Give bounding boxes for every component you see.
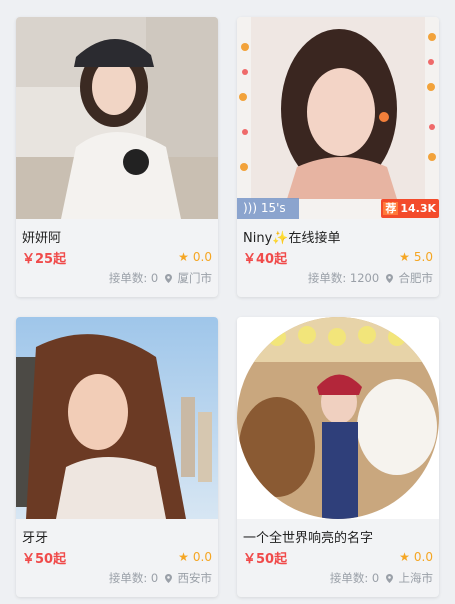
orders-count: 接单数: 0: [108, 571, 159, 585]
rating-value: 5.0: [413, 250, 433, 264]
profile-photo[interactable]: [16, 317, 218, 519]
price: ￥40起: [243, 252, 288, 267]
rating-value: 0.0: [413, 550, 433, 564]
orders-count: 接单数: 1200: [307, 271, 380, 285]
recommend-tag: 荐: [383, 202, 399, 215]
profile-photo[interactable]: ))) 15's 荐 14.3K: [237, 17, 439, 219]
rating-value: 0.0: [192, 250, 212, 264]
orders-count: 接单数: 0: [329, 571, 380, 585]
star-icon: ★: [178, 550, 189, 564]
price: ￥50起: [22, 552, 67, 567]
profile-name: 一个全世界响亮的名字: [243, 531, 374, 546]
profile-card[interactable]: ))) 15's 荐 14.3K Niny✨在线接单 ￥40起 ★ 5.0 接单数:…: [237, 17, 439, 297]
orders-count: 接单数: 0: [108, 271, 159, 285]
meta-line: 接单数: 0 厦门市: [109, 270, 212, 286]
profile-card[interactable]: 牙牙 ￥50起 ★ 0.0 接单数: 0 西安市: [16, 317, 218, 597]
rating: ★ 0.0: [178, 550, 212, 564]
profile-name: 牙牙: [22, 531, 49, 546]
city: 厦门市: [177, 271, 213, 285]
price: ￥50起: [243, 552, 288, 567]
profile-card[interactable]: 一个全世界响亮的名字 ￥50起 ★ 0.0 接单数: 0 上海市: [237, 317, 439, 597]
voice-intro-button[interactable]: ))) 15's: [237, 198, 299, 219]
popularity-count: 14.3K: [400, 202, 436, 215]
rating: ★ 0.0: [399, 550, 433, 564]
star-icon: ★: [399, 550, 410, 564]
rating: ★ 0.0: [178, 250, 212, 264]
location-pin-icon: [164, 574, 172, 583]
location-pin-icon: [385, 574, 393, 583]
profile-photo[interactable]: [237, 317, 439, 519]
profile-photo[interactable]: [16, 17, 218, 219]
location-pin-icon: [385, 274, 393, 283]
price: ￥25起: [22, 252, 67, 267]
profile-name: 妍妍阿: [22, 231, 62, 246]
city: 西安市: [177, 571, 213, 585]
star-icon: ★: [178, 250, 189, 264]
meta-line: 接单数: 0 西安市: [109, 570, 212, 586]
city: 上海市: [398, 571, 434, 585]
rating: ★ 5.0: [399, 250, 433, 264]
popularity-badge: 荐 14.3K: [381, 199, 439, 218]
location-pin-icon: [164, 274, 172, 283]
rating-value: 0.0: [192, 550, 212, 564]
star-icon: ★: [399, 250, 410, 264]
meta-line: 接单数: 1200 合肥市: [308, 270, 433, 286]
meta-line: 接单数: 0 上海市: [330, 570, 433, 586]
profile-card[interactable]: 妍妍阿 ￥25起 ★ 0.0 接单数: 0 厦门市: [16, 17, 218, 297]
sound-wave-icon: ))): [243, 201, 261, 215]
city: 合肥市: [398, 271, 434, 285]
profile-name: Niny✨在线接单: [243, 231, 341, 246]
photo-footer: ))) 15's 荐 14.3K: [237, 198, 439, 219]
voice-duration: 15's: [260, 201, 286, 215]
